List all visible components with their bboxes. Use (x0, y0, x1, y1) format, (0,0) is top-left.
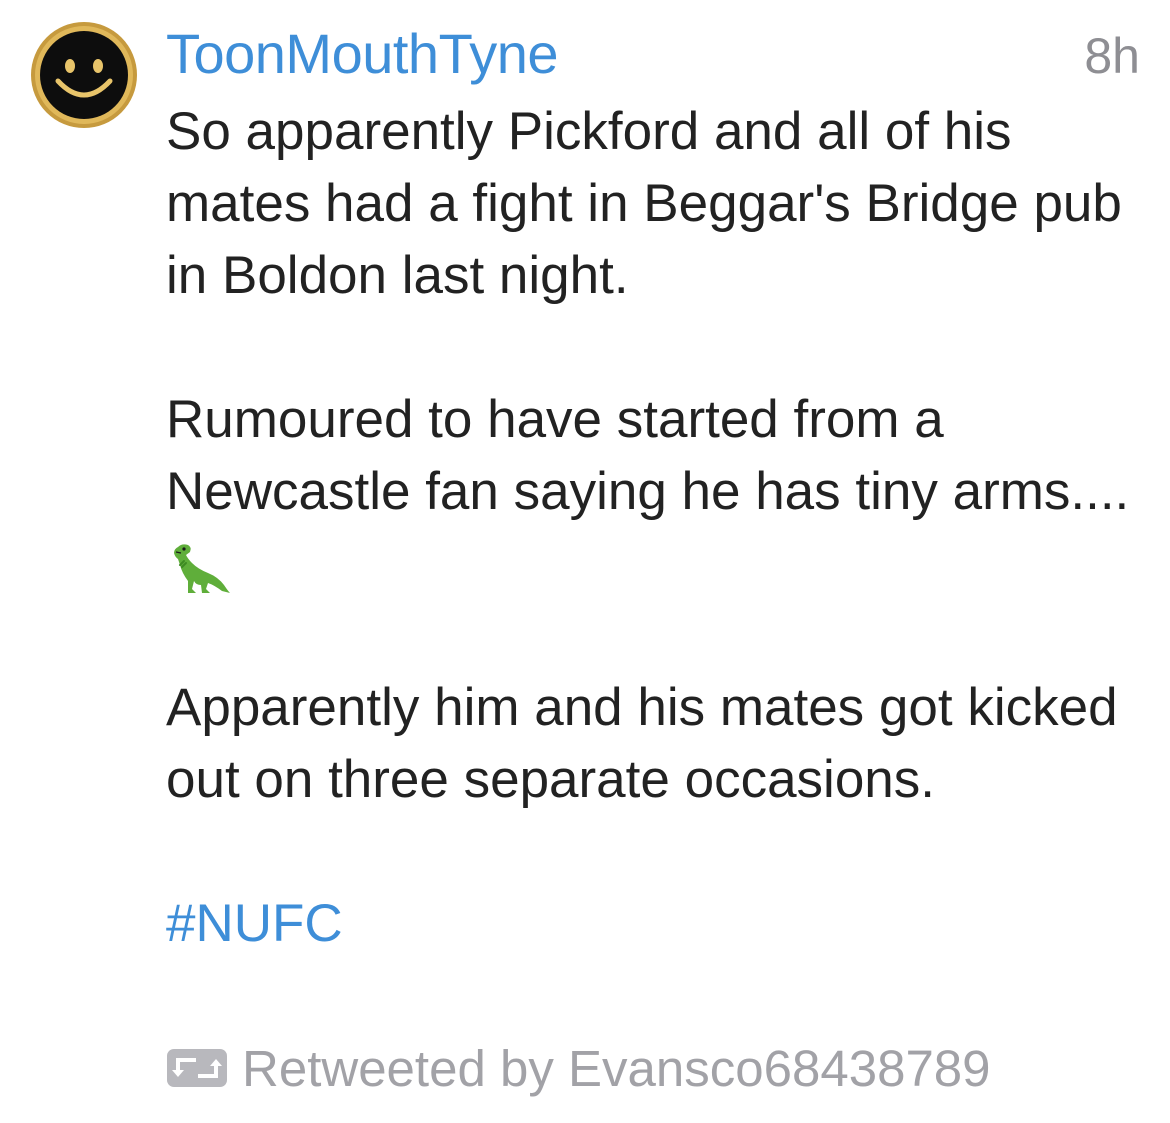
tweet-paragraph: Apparently him and his mates got kicked … (166, 678, 1118, 809)
t-rex-icon (174, 544, 230, 593)
hashtag-link[interactable]: #NUFC (166, 888, 1156, 960)
smiley-face-icon (31, 22, 137, 128)
tweet-paragraph-text: Rumoured to have started from a Newcastl… (166, 390, 1130, 521)
tweet-cell[interactable]: ToonMouthTyne 8h So apparently Pickford … (0, 0, 1170, 1123)
tweet-body: So apparently Pickford and all of his ma… (166, 96, 1156, 960)
retweet-icon (167, 1049, 227, 1087)
timestamp: 8h (1084, 28, 1140, 84)
tweet-header: ToonMouthTyne 8h (166, 14, 1140, 94)
avatar[interactable] (30, 21, 138, 129)
tweet-paragraph: Rumoured to have started from a Newcastl… (166, 384, 1156, 600)
username-link[interactable]: ToonMouthTyne (166, 18, 558, 90)
tweet-paragraph: So apparently Pickford and all of his ma… (166, 102, 1122, 305)
retweet-attribution: Retweeted by Evansco68438789 (166, 1032, 991, 1104)
retweeted-by-label[interactable]: Retweeted by Evansco68438789 (242, 1039, 991, 1098)
